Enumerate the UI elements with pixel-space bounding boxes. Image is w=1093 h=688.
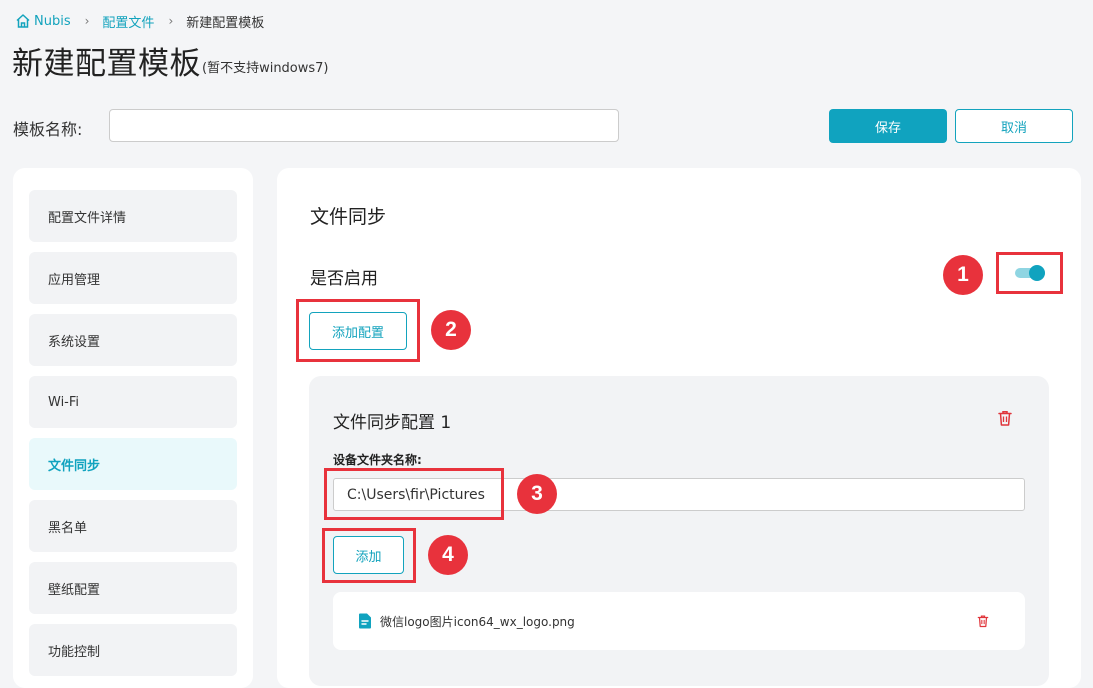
sidebar-item-wallpaper[interactable]: 壁纸配置: [29, 562, 237, 614]
template-name-label: 模板名称:: [13, 120, 83, 139]
sidebar-item-label: 壁纸配置: [48, 582, 101, 598]
breadcrumb: Nubis › 配置文件 › 新建配置模板: [15, 12, 265, 31]
home-icon: [16, 14, 30, 28]
sidebar: 配置文件详情 应用管理 系统设置 Wi-Fi 文件同步 黑名单 壁纸配置 功能控…: [13, 168, 253, 688]
enable-label: 是否启用: [310, 269, 378, 289]
chevron-right-icon: ›: [84, 14, 90, 28]
page-title: 新建配置模板 (暂不支持windows7): [12, 44, 329, 84]
sidebar-item-blacklist[interactable]: 黑名单: [29, 500, 237, 552]
breadcrumb-home[interactable]: Nubis: [15, 13, 71, 29]
save-button[interactable]: 保存: [829, 109, 947, 143]
sidebar-item-label: 系统设置: [48, 334, 101, 350]
page-title-note: (暂不支持windows7): [202, 61, 329, 76]
annotation-badge-4: 4: [428, 535, 468, 575]
template-name-input[interactable]: [109, 109, 619, 142]
sidebar-item-system-settings[interactable]: 系统设置: [29, 314, 237, 366]
sidebar-item-profile-details[interactable]: 配置文件详情: [29, 190, 237, 242]
annotation-badge-2: 2: [431, 310, 471, 350]
annotation-box-1: [996, 252, 1063, 294]
sidebar-item-label: 文件同步: [48, 458, 101, 474]
sidebar-item-label: 黑名单: [48, 520, 88, 536]
trash-icon[interactable]: [976, 614, 990, 628]
annotation-box-4: [322, 528, 416, 583]
page-title-text: 新建配置模板: [12, 46, 201, 82]
cancel-button[interactable]: 取消: [955, 109, 1073, 143]
section-title: 文件同步: [310, 206, 387, 228]
annotation-badge-1: 1: [943, 255, 983, 295]
sidebar-item-label: 配置文件详情: [48, 210, 127, 226]
annotation-box-3: [324, 468, 504, 520]
annotation-badge-3: 3: [517, 474, 557, 514]
breadcrumb-home-label: Nubis: [34, 13, 71, 29]
sidebar-item-label: 功能控制: [48, 644, 101, 660]
sidebar-item-label: Wi-Fi: [48, 394, 80, 410]
folder-name-label: 设备文件夹名称:: [333, 453, 422, 467]
document-icon: [359, 613, 371, 629]
chevron-right-icon: ›: [168, 14, 174, 28]
sidebar-item-label: 应用管理: [48, 272, 101, 288]
sidebar-item-app-management[interactable]: 应用管理: [29, 252, 237, 304]
file-name: 微信logo图片icon64_wx_logo.png: [380, 615, 575, 629]
config-card-title: 文件同步配置 1: [333, 413, 452, 433]
breadcrumb-current: 新建配置模板: [186, 15, 265, 31]
sidebar-item-feature-control[interactable]: 功能控制: [29, 624, 237, 676]
trash-icon[interactable]: [996, 409, 1014, 427]
sidebar-item-file-sync[interactable]: 文件同步: [29, 438, 237, 490]
breadcrumb-parent[interactable]: 配置文件: [102, 12, 154, 31]
sidebar-item-wifi[interactable]: Wi-Fi: [29, 376, 237, 428]
annotation-box-2: [296, 299, 420, 362]
